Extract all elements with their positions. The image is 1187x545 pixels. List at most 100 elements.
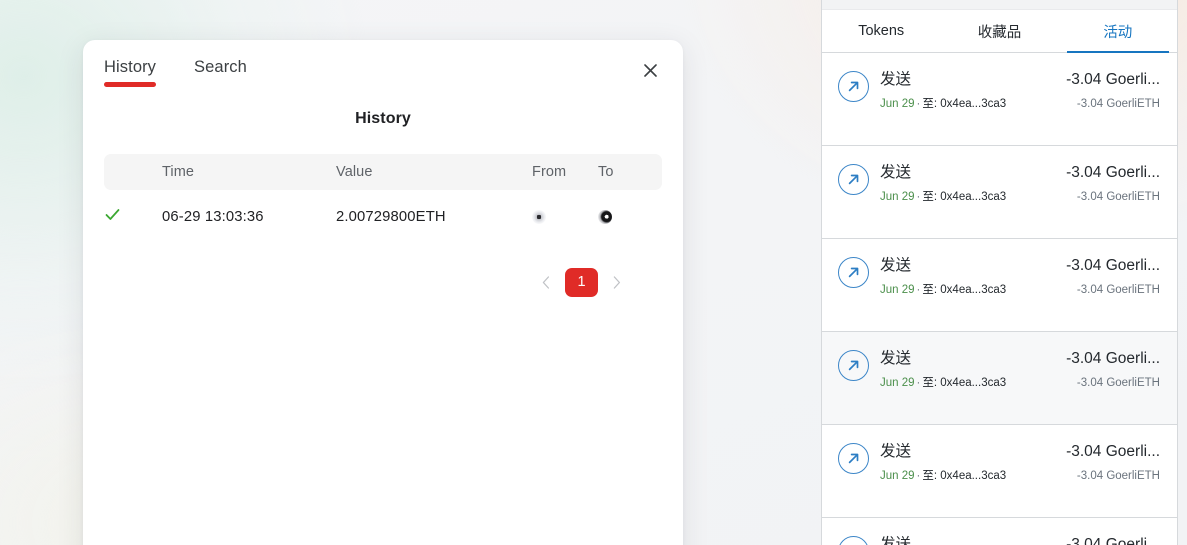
modal-tab-bar: History Search — [83, 40, 683, 92]
list-item[interactable]: 发送 Jun 29·至: 0x4ea...3ca3 -3.04 Goerli..… — [822, 518, 1177, 545]
activity-amounts: -3.04 Goerli... -3.04 GoerliETH — [1066, 69, 1160, 113]
activity-date: Jun 29 — [880, 470, 915, 482]
activity-to-label: 至: — [922, 470, 938, 482]
activity-title: 发送 — [880, 350, 912, 367]
send-arrow-icon — [838, 257, 869, 288]
history-table-container: Time Value From To 06-29 13:03:36 2.0072… — [83, 154, 683, 297]
activity-amount: -3.04 Goerli... — [1066, 71, 1160, 88]
activity-title: 发送 — [880, 164, 912, 181]
activity-details: 发送 Jun 29·至: 0x4ea...3ca3 — [880, 441, 1055, 485]
activity-separator: · — [916, 377, 921, 389]
send-arrow-icon — [838, 164, 869, 195]
activity-date: Jun 29 — [880, 284, 915, 296]
activity-details: 发送 Jun 29·至: 0x4ea...3ca3 — [880, 162, 1055, 206]
tab-tokens-label: Tokens — [858, 23, 905, 39]
column-header-time: Time — [162, 163, 195, 180]
activity-amount-secondary: -3.04 GoerliETH — [1076, 191, 1160, 203]
table-header-row: Time Value From To — [104, 154, 662, 190]
table-body: 06-29 13:03:36 2.00729800ETH — [104, 190, 662, 241]
activity-to-label: 至: — [922, 377, 938, 389]
row-time-cell: 06-29 13:03:36 — [162, 208, 264, 225]
wallet-tab-bar: Tokens 收藏品 活动 — [822, 10, 1177, 53]
tab-collectibles[interactable]: 收藏品 — [940, 10, 1058, 52]
page-title: History — [355, 110, 411, 127]
activity-title: 发送 — [880, 257, 912, 274]
list-item[interactable]: 发送 Jun 29·至: 0x4ea...3ca3 -3.04 Goerli..… — [822, 332, 1177, 425]
close-icon[interactable] — [639, 59, 661, 81]
activity-date: Jun 29 — [880, 191, 915, 203]
activity-amount: -3.04 Goerli... — [1066, 257, 1160, 274]
pagination-prev-button[interactable] — [537, 267, 555, 297]
row-value-cell: 2.00729800ETH — [336, 208, 446, 225]
pagination-page-1[interactable]: 1 — [565, 267, 598, 297]
send-arrow-icon — [838, 443, 869, 474]
panel-top-strip — [822, 0, 1177, 10]
tab-collectibles-label: 收藏品 — [977, 24, 1022, 41]
tab-tokens[interactable]: Tokens — [822, 10, 940, 52]
activity-separator: · — [916, 284, 921, 296]
activity-amounts: -3.04 Goerli... -3.04 GoerliETH — [1066, 162, 1160, 206]
activity-address: 0x4ea...3ca3 — [940, 284, 1007, 296]
tab-search-label: Search — [194, 58, 247, 76]
pagination-next-button[interactable] — [608, 267, 626, 297]
check-icon — [104, 206, 162, 227]
activity-subtitle: Jun 29 · 至: 0x4ea...3ca3 — [880, 95, 1055, 113]
column-header-from: From — [532, 163, 567, 180]
activity-separator: · — [916, 98, 921, 110]
column-header-status — [104, 154, 162, 190]
history-modal: History Search History Time Value From T… — [83, 40, 683, 545]
row-status-cell — [104, 190, 162, 241]
wallet-extension-panel: Tokens 收藏品 活动 发送 Jun 29 · 至: 0x4ea...3ca3 — [821, 0, 1178, 545]
activity-details: 发送 Jun 29·至: 0x4ea...3ca3 — [880, 348, 1055, 392]
activity-amount: -3.04 Goerli... — [1066, 536, 1160, 545]
activity-amounts: -3.04 Goerli... -3.04 GoerliETH — [1066, 255, 1160, 299]
send-arrow-icon — [838, 71, 869, 102]
activity-amount: -3.04 Goerli... — [1066, 164, 1160, 181]
activity-subtitle: Jun 29 · 至: 0x4ea...3ca3 — [880, 374, 1055, 392]
table-header: Time Value From To — [104, 154, 662, 190]
column-header-value: Value — [336, 163, 373, 180]
list-item[interactable]: 发送 Jun 29·至: 0x4ea...3ca3 -3.04 Goerli..… — [822, 53, 1177, 146]
tab-activity[interactable]: 活动 — [1059, 10, 1177, 53]
activity-title: 发送 — [880, 536, 912, 545]
activity-address: 0x4ea...3ca3 — [940, 377, 1007, 389]
list-item[interactable]: 发送 Jun 29·至: 0x4ea...3ca3 -3.04 Goerli..… — [822, 425, 1177, 518]
tab-activity-label: 活动 — [1103, 24, 1133, 41]
pagination: 1 — [104, 267, 662, 297]
activity-subtitle: Jun 29 · 至: 0x4ea...3ca3 — [880, 467, 1055, 485]
activity-date: Jun 29 — [880, 98, 915, 110]
activity-address: 0x4ea...3ca3 — [940, 98, 1007, 110]
activity-to-label: 至: — [922, 191, 938, 203]
activity-amount-secondary: -3.04 GoerliETH — [1076, 98, 1160, 110]
activity-amounts: -3.04 Goerli... -3.04 GoerliETH — [1066, 534, 1160, 545]
activity-to-label: 至: — [922, 284, 938, 296]
activity-amounts: -3.04 Goerli... -3.04 GoerliETH — [1066, 441, 1160, 485]
table-row[interactable]: 06-29 13:03:36 2.00729800ETH — [104, 190, 662, 241]
ethereum-identicon-icon — [532, 209, 546, 224]
row-to-cell — [598, 190, 662, 241]
activity-title: 发送 — [880, 71, 912, 88]
activity-amount-secondary: -3.04 GoerliETH — [1076, 284, 1160, 296]
activity-address: 0x4ea...3ca3 — [940, 191, 1007, 203]
row-from-cell — [532, 190, 598, 241]
activity-subtitle: Jun 29 · 至: 0x4ea...3ca3 — [880, 188, 1055, 206]
send-arrow-icon — [838, 536, 869, 545]
activity-address: 0x4ea...3ca3 — [940, 470, 1007, 482]
column-header-to: To — [598, 163, 614, 180]
activity-subtitle: Jun 29 · 至: 0x4ea...3ca3 — [880, 281, 1055, 299]
activity-details: 发送 Jun 29·至: 0x4ea...3ca3 — [880, 534, 1055, 545]
activity-amount-secondary: -3.04 GoerliETH — [1076, 377, 1160, 389]
tab-history[interactable]: History — [104, 58, 157, 87]
activity-date: Jun 29 — [880, 377, 915, 389]
list-item[interactable]: 发送 Jun 29·至: 0x4ea...3ca3 -3.04 Goerli..… — [822, 146, 1177, 239]
tab-history-label: History — [104, 58, 157, 76]
tab-search[interactable]: Search — [194, 58, 247, 87]
history-table: Time Value From To 06-29 13:03:36 2.0072… — [104, 154, 662, 241]
activity-separator: · — [916, 191, 921, 203]
activity-title: 发送 — [880, 443, 912, 460]
address-identicon-icon — [598, 209, 612, 224]
activity-amount-secondary: -3.04 GoerliETH — [1076, 470, 1160, 482]
activity-to-label: 至: — [922, 98, 938, 110]
send-arrow-icon — [838, 350, 869, 381]
list-item[interactable]: 发送 Jun 29·至: 0x4ea...3ca3 -3.04 Goerli..… — [822, 239, 1177, 332]
